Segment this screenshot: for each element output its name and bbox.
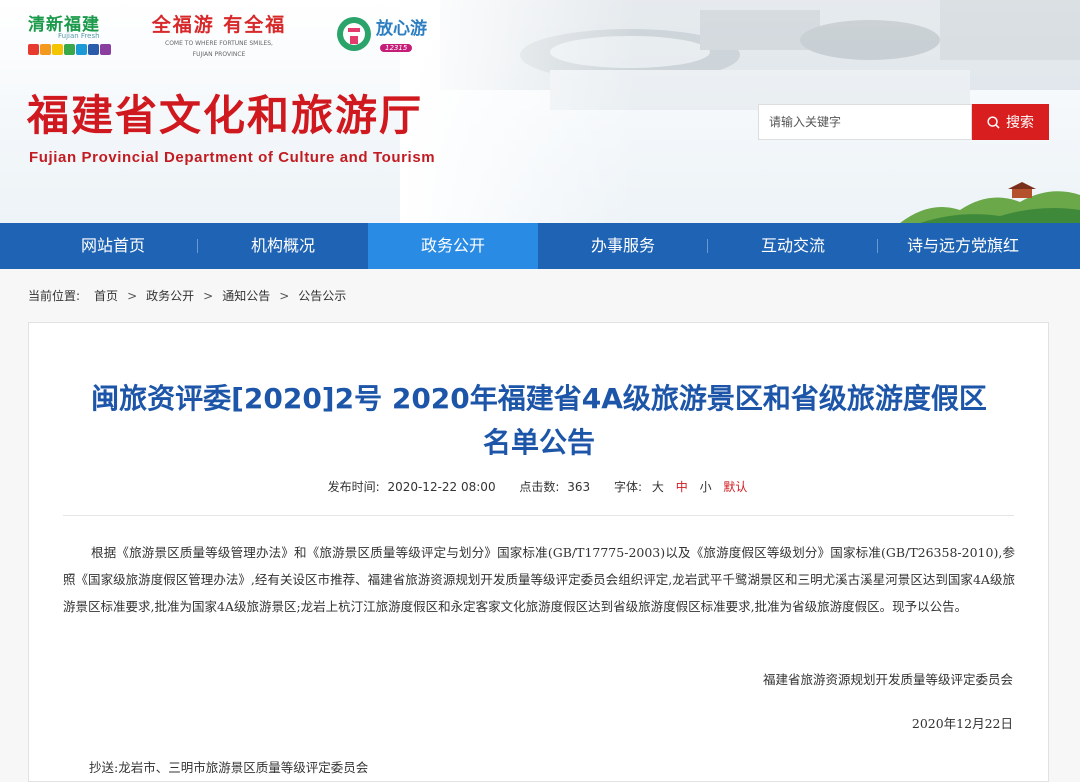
font-size-label: 字体:: [614, 480, 643, 494]
logo2-subtext-1: COME TO WHERE FORTUNE SMILES,: [165, 40, 273, 47]
click-count-label: 点击数:: [519, 480, 560, 494]
nav-item-about[interactable]: 机构概况: [198, 223, 368, 269]
logo3-hotline-badge: 12315: [380, 44, 413, 52]
logo3-text: 放心游: [376, 19, 427, 39]
scenery-decoration: [900, 182, 1080, 223]
publish-time: 2020-12-22 08:00: [387, 480, 496, 494]
nav-item-label: 机构概况: [250, 236, 315, 255]
nav-item-label: 网站首页: [80, 236, 145, 255]
logo2-text: 全福游 有全福: [151, 14, 287, 36]
search-button[interactable]: 搜索: [972, 104, 1049, 140]
fu-character-icon: [337, 17, 371, 51]
logo1-color-chips: [28, 44, 111, 55]
article-signature: 福建省旅游资源规划开发质量等级评定委员会: [762, 672, 1013, 687]
search-button-label: 搜索: [1006, 114, 1034, 130]
search-input[interactable]: [758, 104, 972, 140]
breadcrumb-announcements[interactable]: 公告公示: [298, 287, 346, 304]
site-subtitle: Fujian Provincial Department of Culture …: [29, 149, 436, 166]
publish-time-label: 发布时间:: [327, 480, 380, 494]
font-size-medium-button[interactable]: 中: [676, 480, 688, 494]
article-meta: 发布时间: 2020-12-22 08:00 点击数: 363 字体: 大 中 …: [29, 478, 1048, 495]
nav-item-label: 办事服务: [590, 236, 655, 255]
nav-item-services[interactable]: 办事服务: [538, 223, 708, 269]
search-icon: [987, 115, 1000, 129]
meta-divider: [63, 515, 1014, 516]
nav-item-home[interactable]: 网站首页: [28, 223, 198, 269]
nav-item-interaction[interactable]: 互动交流: [708, 223, 878, 269]
nav-item-party-flag[interactable]: 诗与远方党旗红: [878, 223, 1048, 269]
article-title: 闽旅资评委[2020]2号 2020年福建省4A级旅游景区和省级旅游度假区名单公…: [91, 382, 987, 459]
click-count: 363: [567, 480, 591, 494]
font-size-default-button[interactable]: 默认: [723, 480, 747, 494]
search-bar: 搜索: [758, 104, 1049, 140]
article-panel: 闽旅资评委[2020]2号 2020年福建省4A级旅游景区和省级旅游度假区名单公…: [28, 322, 1049, 782]
breadcrumb-lead: 当前位置:: [28, 289, 81, 303]
article-body: 根据《旅游景区质量等级管理办法》和《旅游景区质量等级评定与划分》国家标准(GB/…: [63, 545, 1015, 614]
breadcrumb: 当前位置: 首页 > 政务公开 > 通知公告 > 公告公示: [28, 287, 346, 304]
breadcrumb-notices[interactable]: 通知公告: [222, 287, 270, 304]
nav-item-label: 诗与远方党旗红: [906, 236, 1019, 255]
nav-item-label: 政务公开: [420, 236, 485, 255]
article-date: 2020年12月22日: [911, 716, 1013, 731]
breadcrumb-separator: >: [279, 288, 290, 303]
safe-travel-logo[interactable]: 放心游 12315: [336, 14, 436, 62]
breadcrumb-separator: >: [203, 288, 214, 303]
font-size-small-button[interactable]: 小: [700, 480, 712, 494]
article-cc: 抄送:龙岩市、三明市旅游景区质量等级评定委员会: [89, 760, 369, 775]
main-nav: 网站首页 机构概况 政务公开 办事服务 互动交流 诗与远方党旗红: [0, 223, 1080, 269]
logo1-subtext: Fujian Fresh: [58, 32, 100, 40]
breadcrumb-home[interactable]: 首页: [94, 287, 118, 304]
font-size-large-button[interactable]: 大: [652, 480, 664, 494]
fortune-logo[interactable]: 全福游 有全福 COME TO WHERE FORTUNE SMILES, FU…: [144, 10, 294, 62]
nav-item-label: 互动交流: [760, 236, 825, 255]
breadcrumb-government-affairs[interactable]: 政务公开: [146, 287, 194, 304]
nav-item-government-affairs[interactable]: 政务公开: [368, 223, 538, 269]
site-header: 清新福建 Fujian Fresh 全福游 有全福 COME TO WHERE …: [0, 0, 1080, 223]
breadcrumb-separator: >: [127, 288, 138, 303]
site-title: 福建省文化和旅游厅: [27, 91, 424, 140]
fujian-fresh-logo[interactable]: 清新福建 Fujian Fresh: [28, 10, 113, 62]
logo2-subtext-2: FUJIAN PROVINCE: [192, 51, 246, 58]
